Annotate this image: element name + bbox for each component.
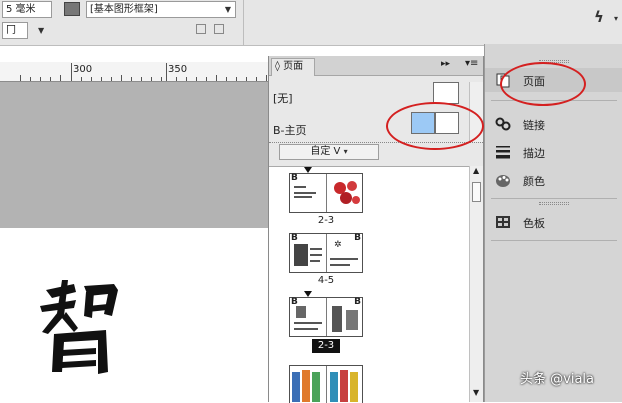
scrollbar-thumb[interactable] — [472, 182, 481, 202]
page-size-value: 自定 V — [310, 146, 341, 157]
dock-item-color[interactable]: 颜色 — [485, 168, 622, 192]
swatches-icon — [496, 216, 510, 228]
ruler-label: 350 — [168, 64, 188, 75]
tab-pages[interactable]: ◊ 页面 — [271, 58, 315, 76]
panel-tab-bar: ◊ 页面 ▸▸ ▾≡ — [269, 56, 483, 76]
dock-item-stroke[interactable]: 描边 — [485, 140, 622, 164]
master-tag: B — [291, 233, 298, 243]
page-list[interactable]: B 2-3 B B ✲ 4-5 B B 2-3 — [269, 166, 469, 403]
annotation-circle — [500, 62, 586, 106]
scroll-up-icon[interactable]: ▲ — [473, 166, 479, 175]
dock-item-label: 链接 — [523, 119, 545, 132]
links-icon — [495, 117, 511, 131]
scroll-down-icon[interactable]: ▼ — [473, 388, 479, 397]
chevron-down-icon: ▾ — [343, 147, 348, 156]
spread-thumbnail[interactable]: B B — [289, 297, 363, 337]
control-bar: 5 毫米 [基本图形框架] ▼ 冂 ▼ ϟ ▾ — [0, 0, 622, 46]
dock-divider — [491, 240, 617, 241]
master-b-label: B-主页 — [273, 124, 307, 137]
calligraphy-image — [40, 280, 118, 374]
spread-label: 4-5 — [317, 275, 335, 286]
annotation-circle — [386, 102, 484, 150]
frame-type-dropdown[interactable]: 冂 — [2, 22, 28, 39]
toolbar-divider — [243, 0, 244, 46]
chevron-down-icon[interactable]: ▾ — [614, 14, 618, 23]
color-icon — [496, 175, 510, 187]
dock-item-label: 色板 — [523, 217, 545, 230]
dock-item-swatches[interactable]: 色板 — [485, 210, 622, 234]
master-tag: B — [291, 173, 298, 183]
spread-thumbnail[interactable]: B B ✲ — [289, 233, 363, 273]
size-field[interactable]: 5 毫米 — [2, 1, 52, 18]
master-tag: B — [354, 297, 361, 307]
spread-label-selected[interactable]: 2-3 — [312, 339, 340, 353]
object-style-icon — [64, 2, 80, 16]
object-style-value: [基本图形框架] — [90, 4, 158, 15]
horizontal-ruler[interactable]: 300 350 — [0, 62, 272, 82]
dock-item-label: 描边 — [523, 147, 545, 160]
panel-menu-icon[interactable]: ▾≡ — [465, 58, 478, 69]
collapse-panel-icon[interactable]: ▸▸ — [441, 59, 450, 69]
master-none-item[interactable]: [无] — [273, 90, 293, 106]
master-tag: B — [354, 233, 361, 243]
size-field-value: 5 毫米 — [6, 4, 36, 15]
dock-item-label: 颜色 — [523, 175, 545, 188]
dock-grip[interactable] — [539, 202, 569, 205]
master-none-thumbnail[interactable] — [433, 82, 459, 104]
object-style-dropdown[interactable]: [基本图形框架] ▼ — [86, 1, 236, 18]
dock-divider — [491, 198, 617, 199]
watermark: 头条 @viala — [520, 372, 594, 387]
fit-content-icon[interactable] — [196, 24, 206, 34]
pasteboard[interactable] — [0, 82, 272, 228]
page-size-dropdown[interactable]: 自定 V ▾ — [279, 144, 379, 160]
master-none-label: [无] — [273, 92, 293, 105]
stroke-icon — [496, 146, 510, 159]
chevron-down-icon[interactable]: ▼ — [38, 26, 44, 35]
decoration-glyph: ✲ — [334, 240, 342, 250]
ruler-label: 300 — [73, 64, 93, 75]
page-list-scrollbar[interactable]: ▲ ▼ — [469, 166, 483, 402]
fit-frame-icon[interactable] — [214, 24, 224, 34]
lightning-icon[interactable]: ϟ — [594, 8, 604, 26]
flower-image — [334, 181, 360, 204]
frame-type-value: 冂 — [6, 25, 16, 36]
dock-item-links[interactable]: 链接 — [485, 112, 622, 136]
tab-pages-label: 页面 — [283, 61, 304, 72]
master-b-item[interactable]: B-主页 — [273, 122, 307, 138]
spread-thumbnail[interactable]: B — [289, 173, 363, 213]
spread-thumbnail-partial[interactable] — [289, 365, 363, 403]
spread-label: 2-3 — [317, 215, 335, 226]
chevron-down-icon: ▼ — [224, 5, 231, 14]
